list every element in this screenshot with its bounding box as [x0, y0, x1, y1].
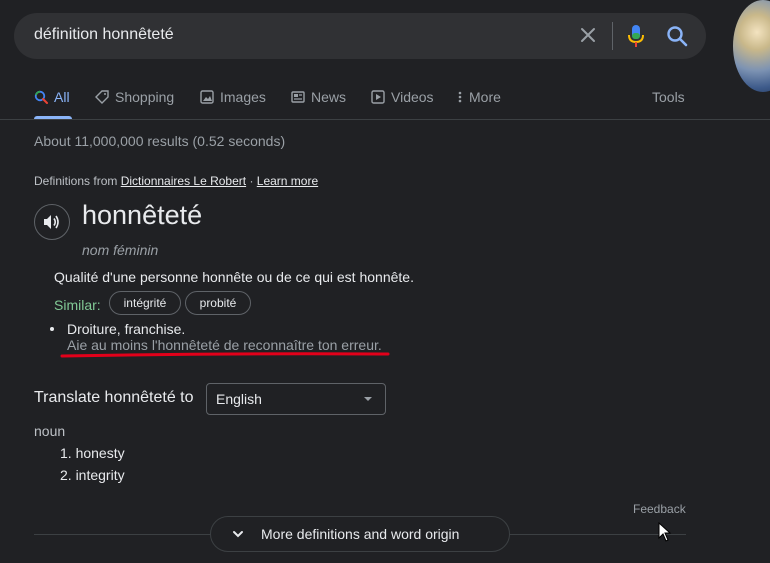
- translate-label: Translate honnêteté to: [34, 389, 194, 406]
- search-divider: [612, 22, 613, 50]
- dropdown-arrow-icon: [364, 397, 372, 401]
- result-stats: About 11,000,000 results (0.52 seconds): [34, 133, 286, 149]
- similar-label: Similar:: [54, 297, 101, 313]
- microphone-icon[interactable]: [627, 24, 645, 48]
- part-of-speech: nom féminin: [82, 242, 159, 258]
- tab-images[interactable]: Images: [200, 88, 266, 106]
- tools-label: Tools: [652, 89, 685, 105]
- definitions-prefix: Definitions from: [34, 174, 121, 188]
- source-link[interactable]: Dictionnaires Le Robert: [121, 174, 246, 188]
- more-vert-icon: [458, 91, 462, 103]
- tools-button[interactable]: Tools: [652, 88, 685, 106]
- bullet: [50, 327, 54, 331]
- tab-label: All: [54, 89, 70, 105]
- tab-label: More: [469, 89, 501, 105]
- header-divider: [0, 119, 770, 120]
- translation-pos: noun: [34, 423, 66, 439]
- chevron-down-icon: [233, 531, 243, 538]
- mouse-cursor-icon: [658, 522, 672, 542]
- definitions-source: Definitions from Dictionnaires Le Robert…: [34, 174, 318, 188]
- search-icon[interactable]: [666, 25, 688, 47]
- similar-chip[interactable]: probité: [185, 291, 251, 315]
- red-annotation-underline: [60, 352, 390, 358]
- image-icon: [200, 90, 214, 104]
- learn-more-link[interactable]: Learn more: [257, 174, 318, 188]
- news-icon: [291, 91, 305, 103]
- example-text: Aie au moins l'honnêteté de reconnaître …: [67, 337, 382, 353]
- search-input[interactable]: définition honnêteté: [34, 26, 174, 44]
- headword: honnêteté: [82, 200, 203, 230]
- tag-icon: [95, 90, 109, 104]
- tab-label: Images: [220, 89, 266, 105]
- tab-shopping[interactable]: Shopping: [95, 88, 174, 106]
- play-icon: [371, 90, 385, 104]
- speaker-icon: [44, 215, 59, 229]
- tab-videos[interactable]: Videos: [371, 88, 434, 106]
- translation-item[interactable]: 1. honesty: [60, 445, 125, 461]
- sense-text: Droiture, franchise.: [67, 321, 186, 337]
- tab-more[interactable]: More: [457, 88, 501, 106]
- feedback-link[interactable]: Feedback: [633, 502, 686, 516]
- tab-label: Shopping: [115, 89, 175, 105]
- definition-text: Qualité d'une personne honnête ou de ce …: [54, 269, 414, 285]
- similar-chip[interactable]: intégrité: [109, 291, 181, 315]
- tab-label: News: [311, 89, 347, 105]
- tab-news[interactable]: News: [291, 88, 346, 106]
- tab-all[interactable]: All: [34, 88, 70, 106]
- pronunciation-button[interactable]: [34, 204, 70, 240]
- avatar[interactable]: [733, 0, 770, 92]
- translation-item[interactable]: 2. integrity: [60, 467, 125, 483]
- tab-label: Videos: [391, 89, 434, 105]
- more-definitions-label: More definitions and word origin: [261, 526, 460, 542]
- separator: ·: [246, 174, 257, 188]
- search-icon: [34, 90, 48, 104]
- clear-icon[interactable]: [578, 25, 598, 45]
- selected-language: English: [216, 391, 262, 407]
- more-definitions-button[interactable]: More definitions and word origin: [210, 516, 510, 552]
